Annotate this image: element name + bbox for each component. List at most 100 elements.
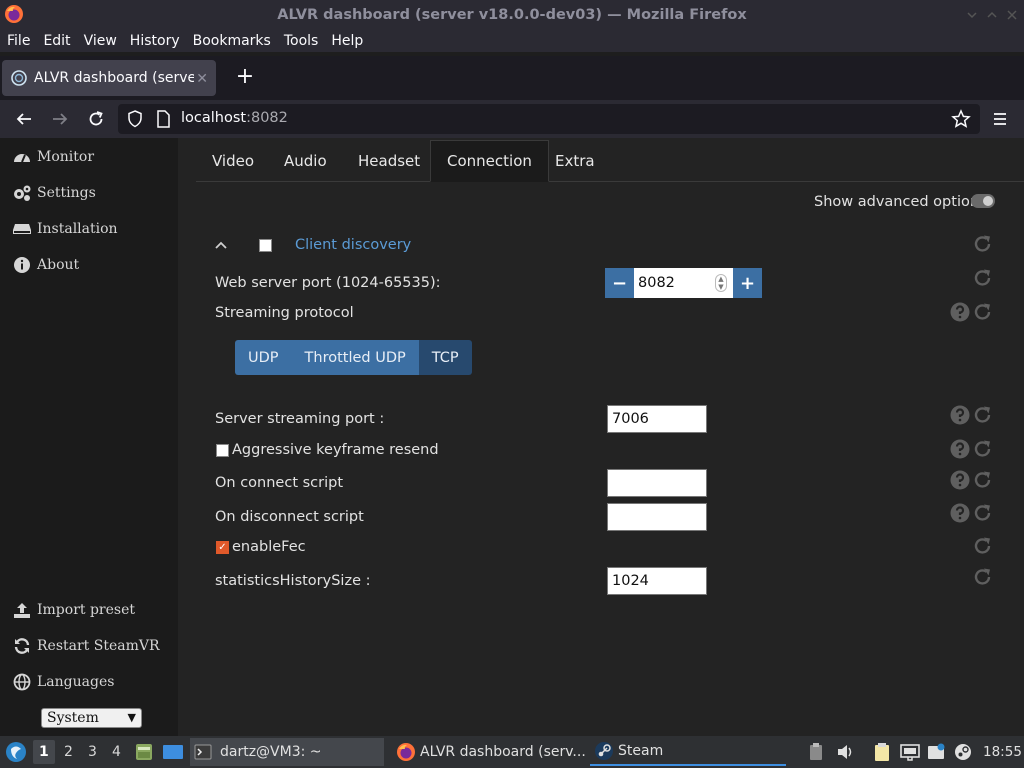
window-title: ALVR dashboard (server v18.0.0-dev03) — … — [277, 7, 747, 23]
url-bar[interactable]: localhost:8082 — [118, 104, 980, 134]
update-notifier-icon[interactable] — [927, 743, 945, 761]
workspace-4[interactable]: 4 — [112, 744, 121, 760]
workspace-3[interactable]: 3 — [88, 744, 97, 760]
web-server-port-input[interactable]: 8082 ▲ ▼ — [634, 268, 733, 298]
menu-help[interactable]: Help — [324, 33, 369, 49]
back-button[interactable] — [13, 108, 35, 130]
sidebar-item-label: Monitor — [37, 149, 95, 165]
on-connect-input[interactable] — [607, 469, 707, 497]
sidebar-item-about[interactable]: About — [12, 253, 79, 277]
protocol-tcp[interactable]: TCP — [418, 340, 472, 375]
streaming-protocol-actions — [950, 302, 993, 322]
enable-fec-checkbox[interactable]: ✓ — [216, 541, 229, 554]
reset-icon[interactable] — [973, 536, 993, 556]
tab-close-icon[interactable]: ✕ — [196, 71, 208, 87]
restart-steamvr-button[interactable]: Restart SteamVR — [12, 634, 160, 658]
workspace-1[interactable]: 1 — [39, 744, 49, 760]
language-select-value: System — [47, 710, 99, 726]
increment-button[interactable]: + — [733, 268, 762, 298]
tab-connection[interactable]: Connection — [430, 140, 549, 182]
reset-enable-fec[interactable] — [973, 536, 993, 556]
on-disconnect-input[interactable] — [607, 503, 707, 531]
maximize-icon[interactable] — [986, 9, 998, 21]
browser-tab[interactable]: ALVR dashboard (server v18.0.0-dev03) ✕ — [2, 60, 216, 96]
reset-icon[interactable] — [973, 470, 993, 490]
sidebar-item-installation[interactable]: Installation — [12, 217, 118, 241]
network-icon[interactable] — [900, 743, 920, 761]
advanced-options-toggle[interactable] — [971, 194, 995, 208]
reset-icon[interactable] — [973, 234, 993, 254]
on-disconnect-actions — [950, 503, 993, 523]
start-menu-icon[interactable] — [5, 741, 27, 763]
streaming-protocol-label: Streaming protocol — [215, 305, 354, 321]
reset-stats-history[interactable] — [973, 567, 993, 587]
web-server-port-value: 8082 — [638, 275, 675, 291]
on-connect-actions — [950, 470, 993, 490]
protocol-udp[interactable]: UDP — [235, 340, 292, 375]
client-discovery-checkbox[interactable] — [259, 239, 272, 252]
reset-client-discovery[interactable] — [973, 234, 993, 254]
volume-icon[interactable] — [836, 743, 854, 761]
reset-icon[interactable] — [973, 503, 993, 523]
reset-icon[interactable] — [973, 302, 993, 322]
workspace-2[interactable]: 2 — [64, 744, 73, 760]
import-preset-button[interactable]: Import preset — [12, 598, 135, 622]
help-icon[interactable] — [950, 439, 970, 459]
reset-web-server-port[interactable] — [973, 268, 993, 288]
on-disconnect-label: On disconnect script — [215, 509, 364, 525]
menu-edit[interactable]: Edit — [36, 33, 76, 49]
sidebar-item-label: Import preset — [37, 602, 135, 618]
reset-icon[interactable] — [973, 268, 993, 288]
collapse-chevron-icon[interactable] — [214, 240, 228, 250]
tab-video[interactable]: Video — [196, 140, 270, 182]
new-tab-button[interactable]: + — [233, 65, 257, 89]
taskbar-firefox[interactable]: ALVR dashboard (serv... — [392, 738, 586, 766]
minimize-icon[interactable] — [966, 9, 978, 21]
menu-file[interactable]: File — [0, 33, 36, 49]
languages-item: Languages — [12, 670, 114, 694]
server-port-input[interactable]: 7006 — [607, 405, 707, 433]
help-icon[interactable] — [950, 405, 970, 425]
clipboard-icon[interactable] — [808, 743, 824, 761]
dashboard-icon — [12, 148, 32, 166]
menu-tools[interactable]: Tools — [277, 33, 325, 49]
star-icon — [951, 109, 971, 128]
app-menu-button[interactable] — [989, 108, 1011, 130]
file-manager-icon[interactable] — [134, 742, 154, 762]
sidebar-item-settings[interactable]: Settings — [12, 181, 96, 205]
reset-icon[interactable] — [973, 439, 993, 459]
menu-view[interactable]: View — [77, 33, 123, 49]
forward-button[interactable] — [49, 108, 71, 130]
help-icon[interactable] — [950, 470, 970, 490]
reset-icon[interactable] — [973, 405, 993, 425]
page-info-icon[interactable] — [155, 110, 171, 128]
stats-history-input[interactable]: 1024 — [607, 567, 707, 595]
sidebar-item-label: Languages — [37, 674, 115, 690]
help-icon[interactable] — [950, 302, 970, 322]
bookmark-star-button[interactable] — [950, 108, 972, 130]
protocol-throttled-udp[interactable]: Throttled UDP — [291, 340, 419, 375]
aggressive-keyframe-checkbox[interactable] — [216, 444, 229, 457]
tab-extra[interactable]: Extra — [539, 140, 611, 182]
client-discovery-link[interactable]: Client discovery — [295, 237, 411, 253]
tab-headset[interactable]: Headset — [342, 140, 436, 182]
taskbar-steam-label: Steam — [618, 743, 664, 759]
language-select[interactable]: System ▼ — [41, 708, 142, 728]
decrement-button[interactable]: − — [605, 268, 634, 298]
reset-icon[interactable] — [973, 567, 993, 587]
menu-bookmarks[interactable]: Bookmarks — [186, 33, 277, 49]
close-window-icon[interactable] — [1006, 9, 1018, 21]
taskbar-terminal[interactable]: dartz@VM3: ~ — [190, 738, 384, 766]
tab-audio[interactable]: Audio — [268, 140, 343, 182]
show-desktop-icon[interactable] — [162, 742, 184, 762]
shield-icon[interactable] — [127, 110, 143, 128]
spinner-icon[interactable]: ▲ ▼ — [715, 274, 727, 292]
sidebar-item-monitor[interactable]: Monitor — [12, 145, 94, 169]
steam-tray-icon[interactable] — [954, 743, 972, 761]
reload-button[interactable] — [85, 108, 107, 130]
menu-history[interactable]: History — [123, 33, 186, 49]
taskbar-steam[interactable]: Steam — [590, 738, 786, 766]
help-icon[interactable] — [950, 503, 970, 523]
sidebar-item-label: Settings — [37, 185, 96, 201]
notes-icon[interactable] — [873, 742, 891, 762]
